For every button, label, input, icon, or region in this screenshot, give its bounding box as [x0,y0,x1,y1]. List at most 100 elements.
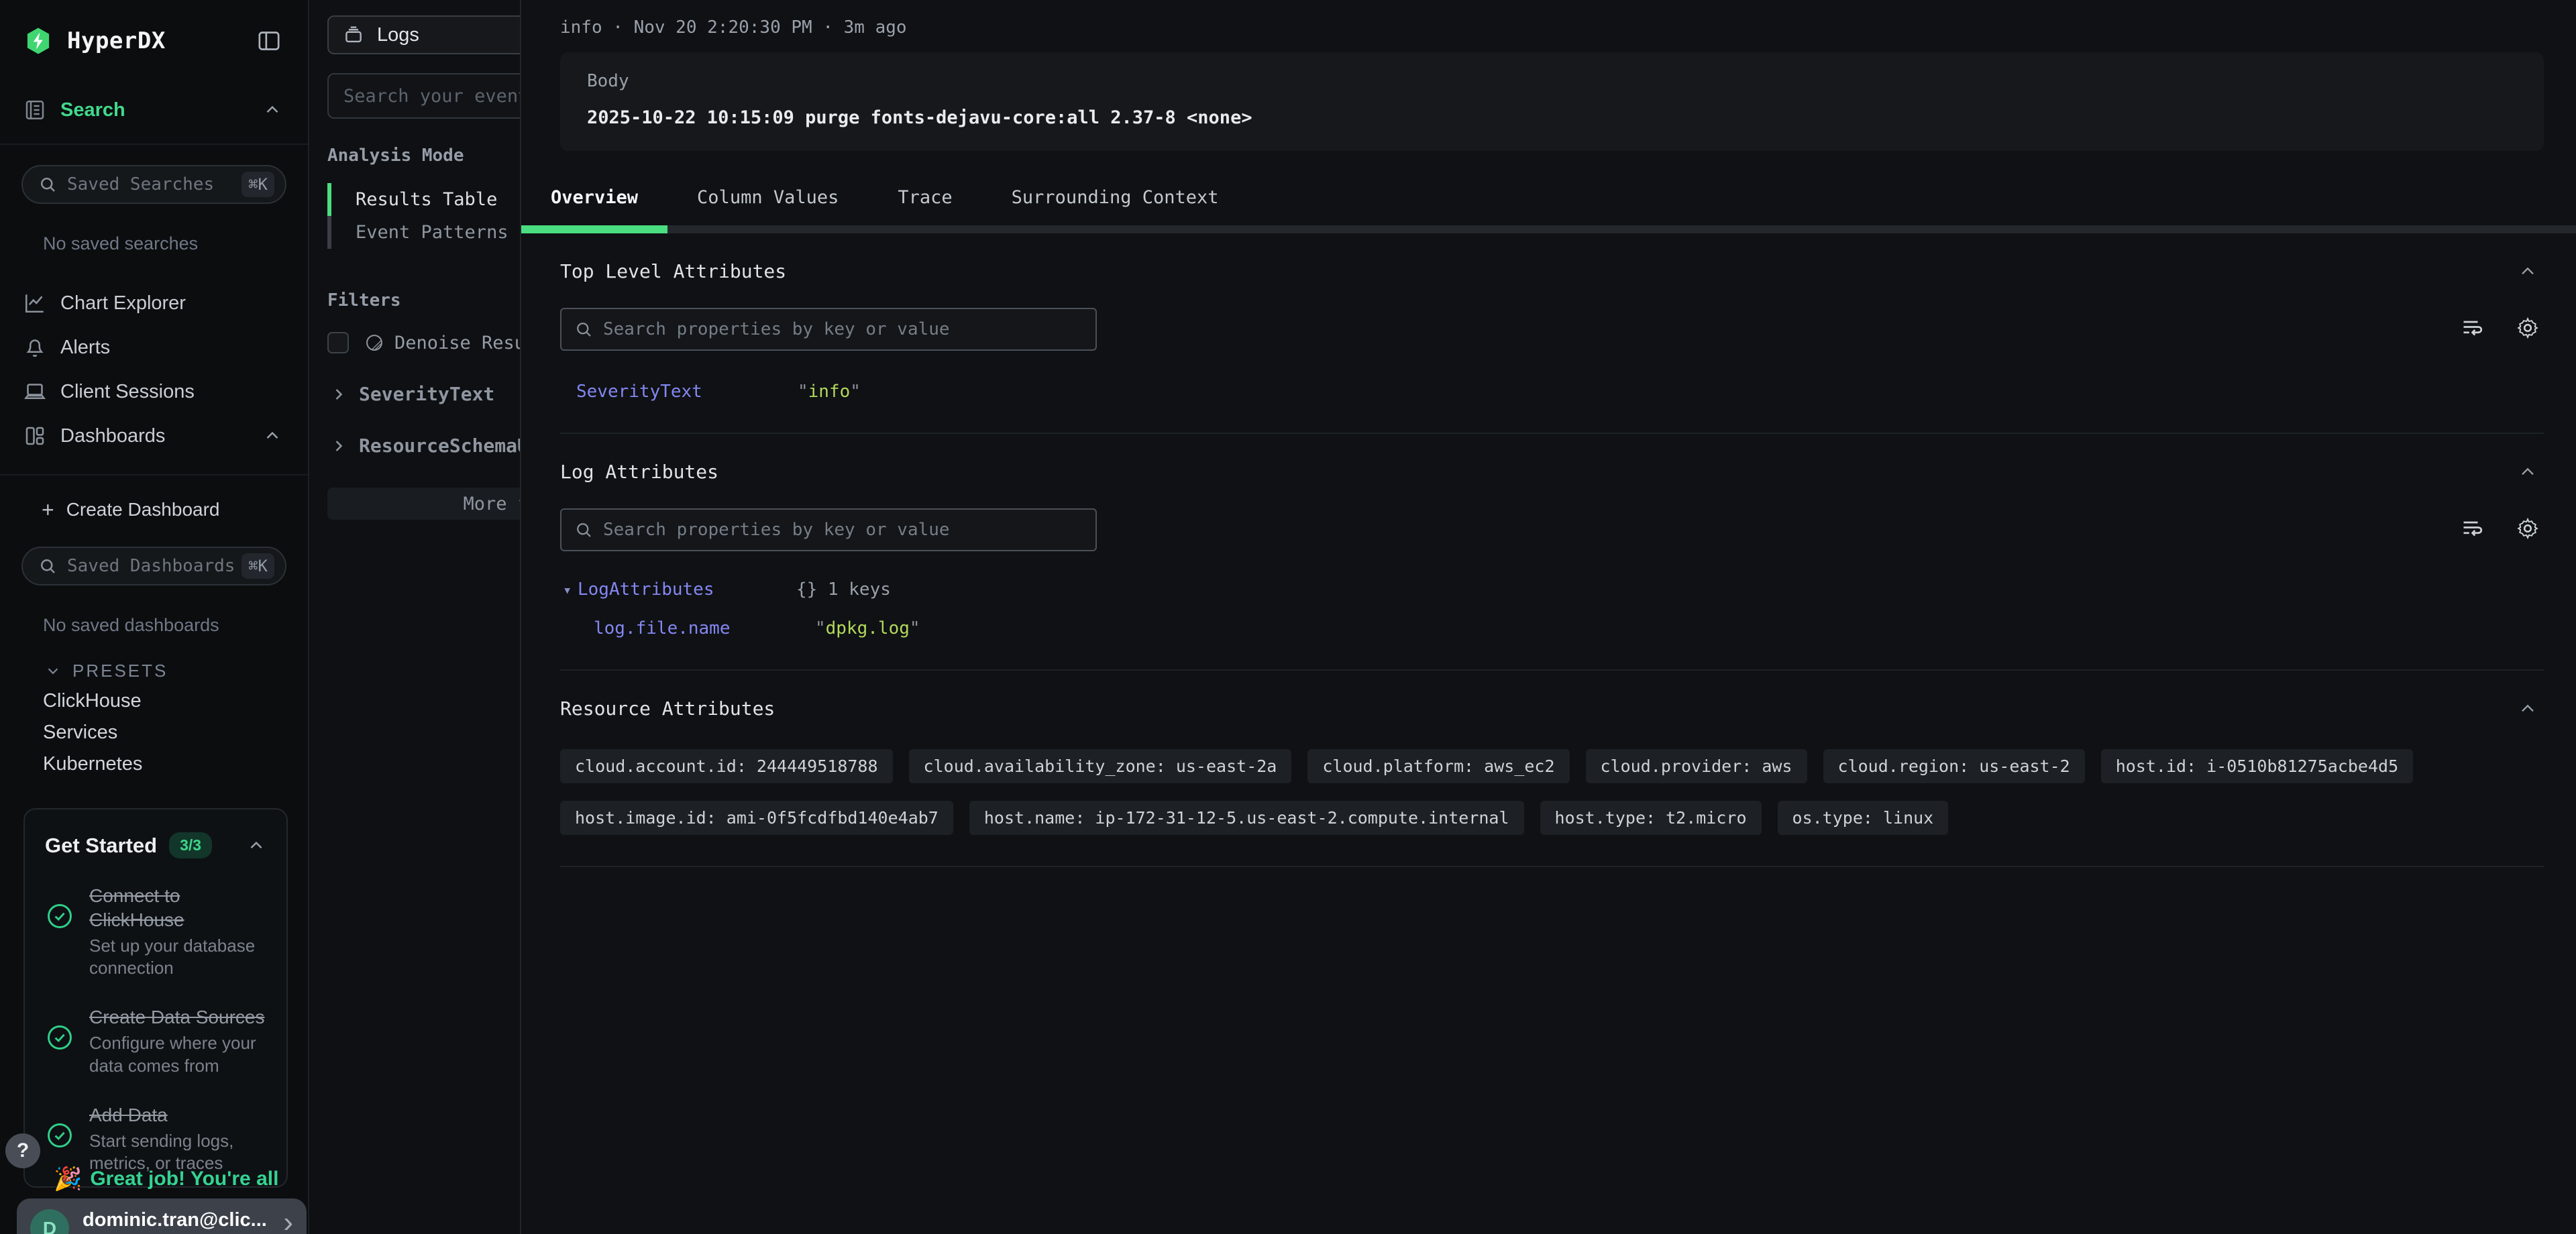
attribute-row[interactable]: log.file.name "dpkg.log" [560,618,2544,638]
sidebar-item-search[interactable]: Search [0,93,308,127]
section-resource-attributes: Resource Attributes cloud.account.id: 24… [560,671,2544,867]
dashboard-icon [23,424,60,448]
wrap-lines-icon[interactable] [2461,516,2485,544]
sidebar-item-alerts[interactable]: Alerts [0,325,308,370]
sidebar-item-chart-explorer[interactable]: Chart Explorer [0,281,308,325]
attribute-key[interactable]: LogAttributes [578,579,796,600]
congrats-message: 🎉 Great job! You're all [54,1166,295,1192]
wrap-lines-icon[interactable] [2461,316,2485,343]
filter-group-label: SeverityText [359,383,494,405]
body-text: 2025-10-22 10:15:09 purge fonts-dejavu-c… [587,107,2517,128]
attribute-row[interactable]: SeverityText "info" [560,382,2544,402]
tab-column-values[interactable]: Column Values [667,179,868,233]
saved-dashboards-input[interactable] [67,556,241,576]
search-icon [38,556,58,576]
property-search-box[interactable] [560,308,1097,351]
chevron-right-icon [329,437,348,455]
settings-gear-icon[interactable] [2516,516,2540,544]
search-icon [38,174,58,194]
attribute-value[interactable]: dpkg.log [826,618,910,638]
search-icon [574,520,594,540]
get-started-title: Get Started [45,834,157,858]
collapse-sidebar-icon[interactable] [256,27,282,54]
shortcut-badge: ⌘K [241,553,274,579]
get-started-item-title: Create Data Sources [89,1005,266,1029]
property-search-box[interactable] [560,508,1097,551]
sidebar-item-dashboards[interactable]: Dashboards [0,414,308,458]
get-started-item-desc: Configure where your data comes from [89,1032,266,1078]
saved-searches-input[interactable] [67,174,241,194]
settings-gear-icon[interactable] [2516,316,2540,343]
tab-overview[interactable]: Overview [521,179,667,233]
hyperdx-logo-icon [23,25,54,56]
event-body-card: Body 2025-10-22 10:15:09 purge fonts-dej… [560,52,2544,151]
attribute-key[interactable]: log.file.name [594,618,815,638]
denoise-checkbox[interactable] [327,332,349,353]
resource-chip[interactable]: host.name: ip-172-31-12-5.us-east-2.comp… [969,801,1524,835]
resource-chip[interactable]: cloud.region: us-east-2 [1823,749,2085,783]
resource-chip-row: host.image.id: ami-0f5fcdfbd140e4ab7 hos… [560,801,2544,835]
section-title: Log Attributes [560,461,718,483]
resource-chip[interactable]: os.type: linux [1778,801,1949,835]
resource-chip[interactable]: cloud.provider: aws [1586,749,1807,783]
get-started-item[interactable]: Add Data Start sending logs, metrics, or… [45,1103,266,1175]
resource-chip[interactable]: host.id: i-0510b81275acbe4d5 [2101,749,2413,783]
divider [0,474,308,475]
search-icon [574,319,594,339]
get-started-item-title: Add Data [89,1103,266,1127]
detail-tabbar: Overview Column Values Trace Surrounding… [521,179,2576,233]
check-circle-icon [45,901,74,931]
attribute-value[interactable]: info [808,382,851,402]
collapse-section-icon[interactable] [2517,461,2538,483]
get-started-item[interactable]: Connect to ClickHouse Set up your databa… [45,884,266,980]
event-header: info · Nov 20 2:20:30 PM · 3m ago [560,17,2544,38]
user-name: dominic.tran@clic... [83,1209,278,1231]
tab-trace[interactable]: Trace [868,179,981,233]
chevron-up-icon[interactable] [262,426,282,446]
chevron-right-icon: › [283,1209,293,1234]
property-search-input[interactable] [603,520,1083,540]
attribute-tree-root[interactable]: ▾ LogAttributes {} 1 keys [560,579,2544,600]
get-started-header[interactable]: Get Started 3/3 [45,832,266,858]
preset-clickhouse[interactable]: ClickHouse [43,685,308,717]
party-emoji: 🎉 [54,1166,82,1192]
tree-caret-icon[interactable]: ▾ [563,582,578,600]
resource-chip[interactable]: cloud.account.id: 244449518788 [560,749,893,783]
create-dashboard-button[interactable]: + Create Dashboard [42,493,308,526]
chevron-up-icon[interactable] [246,836,266,856]
attribute-key[interactable]: SeverityText [576,382,798,402]
resource-chip[interactable]: host.type: t2.micro [1540,801,1762,835]
user-account-card[interactable]: D dominic.tran@clic... dominic.tran@clic… [17,1198,307,1234]
sidebar-item-client-sessions[interactable]: Client Sessions [0,370,308,414]
divider [0,144,308,145]
resource-chip[interactable]: cloud.platform: aws_ec2 [1307,749,1569,783]
collapse-section-icon[interactable] [2517,698,2538,720]
preset-services[interactable]: Services [43,717,308,748]
resource-chip[interactable]: host.image.id: ami-0f5fcdfbd140e4ab7 [560,801,953,835]
resource-chip-row: cloud.account.id: 244449518788 cloud.ava… [560,749,2544,783]
chevron-right-icon [329,385,348,404]
get-started-item[interactable]: Create Data Sources Configure where your… [45,1005,266,1077]
sidebar: HyperDX Search ⌘K No saved searches [0,0,309,1234]
preset-kubernetes[interactable]: Kubernetes [43,748,308,780]
check-circle-icon [45,1023,74,1052]
body-label: Body [587,71,2517,91]
create-dashboard-label: Create Dashboard [66,499,220,520]
app-screen: HyperDX Search ⌘K No saved searches [0,0,2576,1234]
chevron-up-icon[interactable] [262,100,282,120]
presets-toggle[interactable]: PRESETS [44,656,308,685]
section-top-level-attributes: Top Level Attributes [560,233,2544,434]
section-log-attributes: Log Attributes [560,434,2544,671]
help-button[interactable]: ? [5,1133,40,1168]
section-title: Top Level Attributes [560,260,786,282]
sidebar-item-label: Chart Explorer [60,292,186,315]
saved-searches-search[interactable]: ⌘K [21,165,286,204]
sidebar-item-label: Search [60,99,125,121]
saved-dashboards-search[interactable]: ⌘K [21,547,286,585]
tab-surrounding-context[interactable]: Surrounding Context [982,179,1248,233]
collapse-section-icon[interactable] [2517,261,2538,282]
laptop-icon [23,380,60,404]
get-started-item-title: Connect to ClickHouse [89,884,266,932]
property-search-input[interactable] [603,319,1083,339]
resource-chip[interactable]: cloud.availability_zone: us-east-2a [909,749,1292,783]
